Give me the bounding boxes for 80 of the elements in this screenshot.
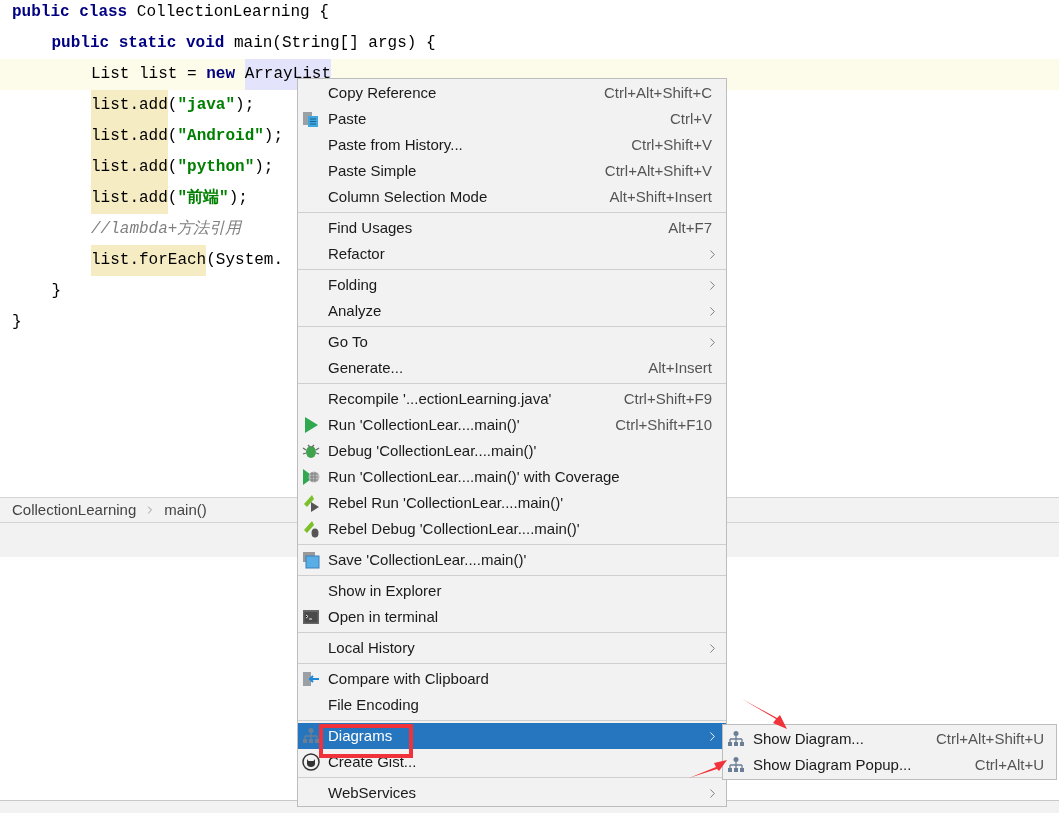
code-token: public class [12, 2, 129, 23]
menu-item[interactable]: Refactor [298, 241, 726, 267]
code-token: } [12, 312, 22, 333]
code-token: new [206, 64, 237, 85]
clipboard-icon [302, 110, 320, 128]
shortcut-label: Alt+Shift+Insert [609, 186, 712, 207]
rocket-play-icon [302, 494, 320, 512]
shortcut-label: Ctrl+Alt+Shift+U [936, 728, 1044, 749]
hierarchy-icon [302, 727, 320, 745]
code-token: (System. [206, 250, 284, 271]
play-icon [302, 416, 320, 434]
hierarchy-icon [727, 756, 745, 774]
menu-item[interactable]: Column Selection Mode Alt+Shift+Insert [298, 184, 726, 210]
menu-item[interactable]: Local History [298, 635, 726, 661]
code-token: "python" [177, 157, 255, 178]
code-token: //lambda+方法引用 [91, 218, 242, 240]
window-icon [302, 551, 320, 569]
menu-item[interactable]: Debug 'CollectionLear....main()' [298, 438, 726, 464]
menu-item[interactable]: Rebel Debug 'CollectionLear....main()' [298, 516, 726, 542]
arrow-annotation [688, 758, 728, 779]
compare-icon [302, 670, 320, 688]
code-token: ); [228, 188, 248, 209]
code-token: public static void [51, 33, 226, 54]
code-token: "Android" [177, 126, 264, 147]
shortcut-label: Ctrl+Shift+F10 [615, 414, 712, 435]
shortcut-label: Ctrl+Shift+F9 [623, 388, 712, 409]
code-token: ( [167, 95, 178, 116]
code-token: } [51, 281, 62, 302]
code-token: ); [254, 157, 274, 178]
menu-item[interactable]: Go To [298, 329, 726, 355]
shortcut-label: Ctrl+Alt+Shift+C [604, 82, 712, 103]
code-token: ( [167, 188, 178, 209]
coverage-run-icon [302, 468, 320, 486]
shortcut-label: Ctrl+V [669, 108, 712, 129]
breadcrumb-item[interactable]: main() [164, 498, 207, 522]
code-token: list.forEach [91, 245, 207, 276]
menu-item[interactable]: Recompile '...ectionLearning.java' Ctrl+Shift+F9 [298, 386, 726, 412]
breadcrumb-item[interactable]: CollectionLearning [12, 498, 137, 522]
code-token: CollectionLearning { [136, 2, 329, 23]
menu-item[interactable]: Paste Ctrl+V [298, 106, 726, 132]
terminal-icon [302, 608, 320, 626]
code-token: ( [167, 126, 178, 147]
code-token: list.add [91, 90, 168, 121]
menu-item[interactable]: WebServices [298, 780, 726, 806]
code-token: ); [263, 126, 284, 147]
menu-item[interactable]: Diagrams [298, 723, 726, 749]
shortcut-label: Ctrl+Alt+Shift+V [604, 160, 712, 181]
cat-icon [302, 753, 320, 771]
menu-item[interactable]: Run 'CollectionLear....main()' Ctrl+Shift+F10 [298, 412, 726, 438]
menu-item[interactable]: Show in Explorer [298, 578, 726, 604]
menu-item[interactable]: Show Diagram... Ctrl+Alt+Shift+U [723, 726, 1056, 752]
code-token: ( [167, 157, 178, 178]
menu-item[interactable]: Paste from History... Ctrl+Shift+V [298, 132, 726, 158]
shortcut-label: Alt+F7 [668, 217, 712, 238]
menu-item[interactable]: Generate... Alt+Insert [298, 355, 726, 381]
menu-item[interactable]: Run 'CollectionLear....main()' with Coverage [298, 464, 726, 490]
shortcut-label: Ctrl+Alt+U [974, 754, 1044, 775]
menu-item[interactable]: Analyze [298, 298, 726, 324]
menu-item[interactable]: Find Usages Alt+F7 [298, 215, 726, 241]
shortcut-label: Ctrl+Shift+V [631, 134, 712, 155]
menu-item[interactable]: Rebel Run 'CollectionLear....main()' [298, 490, 726, 516]
code-token: list.add [91, 121, 168, 152]
menu-item[interactable]: Paste Simple Ctrl+Alt+Shift+V [298, 158, 726, 184]
menu-item[interactable]: Folding [298, 272, 726, 298]
code-token: "前端" [177, 187, 229, 209]
code-token: List list = [91, 64, 198, 85]
menu-item[interactable]: Save 'CollectionLear....main()' [298, 547, 726, 573]
code-token: list.add [91, 152, 168, 183]
bug-icon [302, 442, 320, 460]
menu-item[interactable]: File Encoding [298, 692, 726, 718]
hierarchy-icon [727, 730, 745, 748]
shortcut-label: Alt+Insert [648, 357, 712, 378]
rocket-bug-icon [302, 520, 320, 538]
code-token: "java" [177, 95, 236, 116]
menu-item[interactable]: Open in terminal [298, 604, 726, 630]
menu-item[interactable]: Show Diagram Popup... Ctrl+Alt+U [723, 752, 1056, 778]
code-token: ); [235, 95, 255, 116]
menu-item[interactable]: Compare with Clipboard [298, 666, 726, 692]
code-token: main(String[] args) { [233, 33, 436, 54]
code-token: list.add [91, 183, 168, 214]
